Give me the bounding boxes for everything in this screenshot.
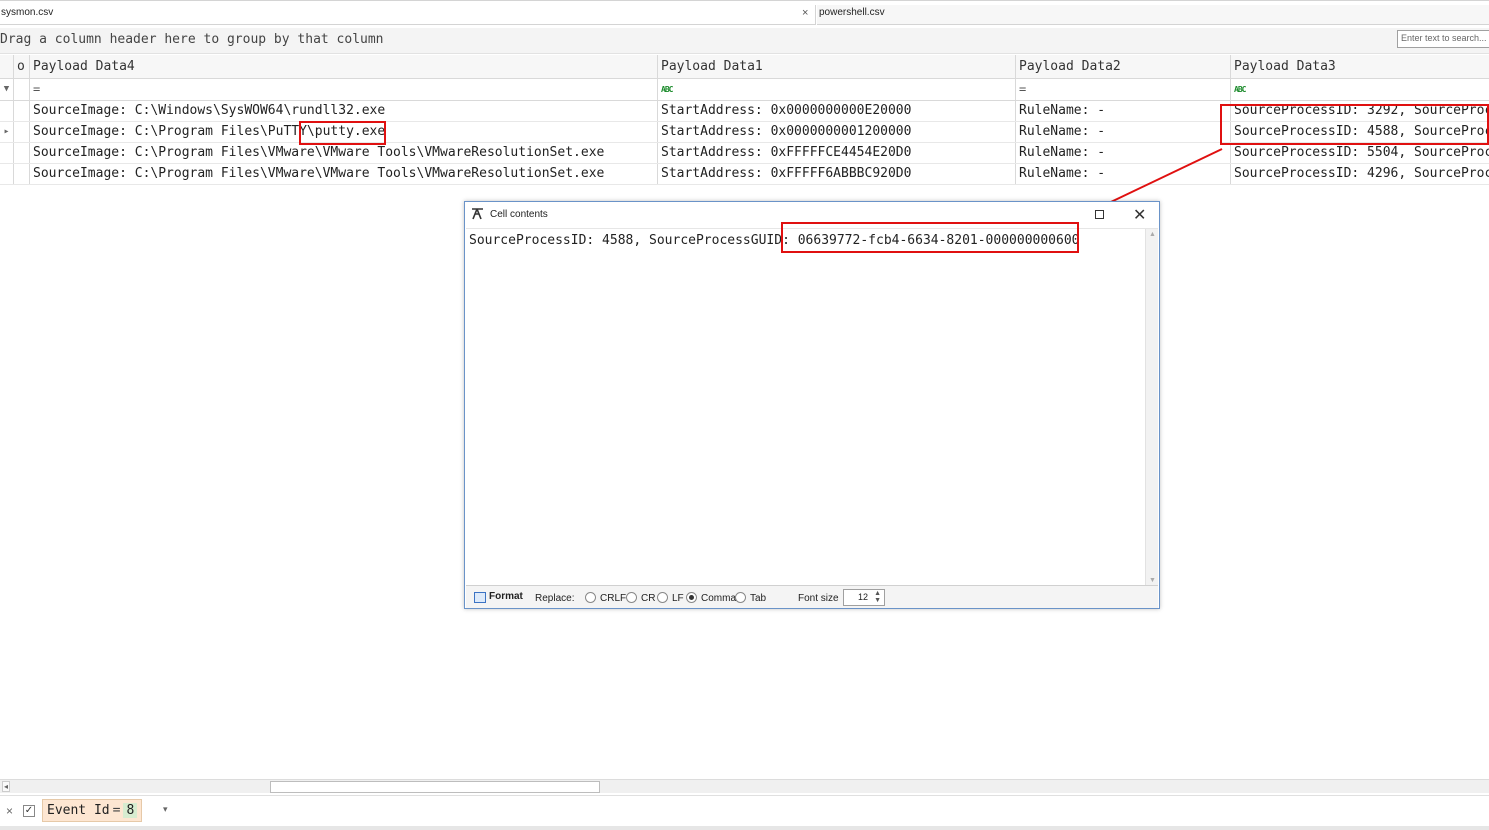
tab-powershell-csv[interactable]: powershell.csv bbox=[817, 5, 1489, 25]
radio-crlf[interactable] bbox=[585, 592, 596, 603]
radio-cr-label: CR bbox=[641, 593, 656, 604]
column-header-payload-data3[interactable]: Payload Data3 bbox=[1231, 55, 1489, 78]
radio-tab[interactable] bbox=[735, 592, 746, 603]
row-indicator[interactable] bbox=[0, 101, 14, 121]
table-cell[interactable] bbox=[14, 143, 30, 163]
filter-expression[interactable]: Event Id = 8 bbox=[42, 799, 143, 822]
format-label: Format bbox=[489, 591, 523, 602]
document-tab-strip: sysmon.csv × powershell.csv bbox=[0, 0, 1489, 25]
radio-crlf-label: CRLF bbox=[600, 593, 627, 604]
radio-lf[interactable] bbox=[657, 592, 668, 603]
cell-contents-text-area[interactable]: SourceProcessID: 4588, SourceProcessGUID… bbox=[466, 228, 1158, 586]
column-header-payload-data1[interactable]: Payload Data1 bbox=[658, 55, 1016, 78]
scroll-left-icon[interactable]: ◂ bbox=[2, 781, 10, 792]
table-cell[interactable]: RuleName: - bbox=[1016, 122, 1231, 142]
table-cell[interactable]: StartAddress: 0xFFFFFCE4454E20D0 bbox=[658, 143, 1016, 163]
filter-value[interactable]: 8 bbox=[123, 803, 138, 818]
cell-contents-icon bbox=[471, 208, 485, 223]
equals-condition-icon[interactable]: = bbox=[33, 82, 40, 96]
table-cell[interactable] bbox=[14, 122, 30, 142]
spin-arrows-icon[interactable]: ▲ ▼ bbox=[874, 590, 881, 604]
tab-close-icon[interactable]: × bbox=[802, 5, 808, 21]
status-strip bbox=[0, 826, 1489, 830]
horizontal-scrollbar[interactable]: ◂ bbox=[0, 779, 1489, 793]
column-header-payload-data2[interactable]: Payload Data2 bbox=[1016, 55, 1231, 78]
replace-label: Replace: bbox=[535, 593, 575, 604]
dialog-footer: Format Replace: CRLF CR LF Comma Tab Fon… bbox=[466, 585, 1158, 608]
row-indicator[interactable] bbox=[0, 143, 14, 163]
table-cell[interactable]: SourceImage: C:\Program Files\VMware\VMw… bbox=[30, 164, 658, 184]
radio-lf-label: LF bbox=[672, 593, 684, 604]
format-button[interactable]: Format bbox=[470, 588, 527, 606]
annotation-box-putty bbox=[299, 121, 386, 145]
annotation-box-source-process bbox=[1220, 104, 1489, 145]
filter-operator[interactable]: = bbox=[110, 803, 124, 818]
maximize-icon[interactable] bbox=[1095, 210, 1104, 219]
group-by-panel[interactable]: Drag a column header here to group by th… bbox=[0, 28, 1489, 54]
table-cell[interactable] bbox=[14, 164, 30, 184]
column-header-payload-data4[interactable]: Payload Data4 bbox=[30, 55, 658, 78]
radio-tab-label: Tab bbox=[750, 593, 767, 604]
search-input[interactable]: Enter text to search... bbox=[1397, 30, 1489, 48]
column-header-row: o Payload Data4 Payload Data1 Payload Da… bbox=[0, 55, 1489, 79]
font-size-stepper[interactable]: 12 ▲ ▼ bbox=[843, 589, 885, 606]
radio-comma[interactable] bbox=[686, 592, 697, 603]
tab-label: sysmon.csv bbox=[1, 7, 54, 18]
table-row[interactable]: SourceImage: C:\Program Files\VMware\VMw… bbox=[0, 143, 1489, 164]
table-cell[interactable]: RuleName: - bbox=[1016, 101, 1231, 121]
column-header-narrow[interactable]: o bbox=[14, 55, 30, 78]
filter-field[interactable]: Event Id bbox=[47, 803, 110, 818]
table-cell[interactable] bbox=[14, 101, 30, 121]
tab-label: powershell.csv bbox=[819, 7, 885, 18]
clear-filter-icon[interactable]: × bbox=[6, 804, 13, 818]
table-cell[interactable]: RuleName: - bbox=[1016, 164, 1231, 184]
font-size-label: Font size bbox=[798, 593, 839, 604]
dialog-title: Cell contents bbox=[490, 209, 548, 220]
tab-sysmon-csv[interactable]: sysmon.csv × bbox=[0, 5, 816, 25]
filter-panel: × ✓ Event Id = 8 ▾ bbox=[0, 795, 1489, 825]
cell-contents-dialog[interactable]: Cell contents ✕ SourceProcessID: 4588, S… bbox=[464, 201, 1160, 609]
equals-condition-icon[interactable]: = bbox=[1019, 82, 1026, 96]
filter-cell-payload-data3[interactable]: ABC bbox=[1231, 79, 1489, 100]
table-cell[interactable]: SourceProcessID: 4296, SourceProcessGUID bbox=[1231, 164, 1489, 184]
row-indicator[interactable] bbox=[0, 164, 14, 184]
filter-row-indicator: ▼ bbox=[0, 79, 14, 100]
filter-cell-payload-data2[interactable]: = bbox=[1016, 79, 1231, 100]
filter-cell-payload-data1[interactable]: ABC bbox=[658, 79, 1016, 100]
funnel-icon: ▼ bbox=[3, 84, 10, 94]
table-cell[interactable]: StartAddress: 0x0000000000E20000 bbox=[658, 101, 1016, 121]
chevron-down-icon[interactable]: ▾ bbox=[163, 804, 168, 815]
table-row[interactable]: SourceImage: C:\Program Files\VMware\VMw… bbox=[0, 164, 1489, 185]
radio-cr[interactable] bbox=[626, 592, 637, 603]
table-cell[interactable]: SourceImage: C:\Program Files\VMware\VMw… bbox=[30, 143, 658, 163]
auto-filter-row: ▼ = ABC = ABC bbox=[0, 79, 1489, 101]
table-cell[interactable]: StartAddress: 0x0000000001200000 bbox=[658, 122, 1016, 142]
radio-comma-label: Comma bbox=[701, 593, 737, 604]
row-indicator-header bbox=[0, 55, 14, 78]
format-icon bbox=[474, 592, 486, 603]
table-cell[interactable]: StartAddress: 0xFFFFF6ABBBC920D0 bbox=[658, 164, 1016, 184]
table-cell[interactable]: SourceProcessID: 5504, SourceProcessGUID bbox=[1231, 143, 1489, 163]
contains-text-condition-icon[interactable]: ABC bbox=[661, 80, 673, 100]
scroll-down-icon[interactable]: ▼ bbox=[1149, 577, 1156, 584]
table-cell[interactable]: RuleName: - bbox=[1016, 143, 1231, 163]
font-size-value: 12 bbox=[858, 592, 869, 602]
filter-cell-payload-data4[interactable]: = bbox=[30, 79, 658, 100]
close-icon[interactable]: ✕ bbox=[1133, 205, 1146, 225]
group-by-hint: Drag a column header here to group by th… bbox=[0, 32, 384, 47]
scrollbar-thumb[interactable] bbox=[270, 781, 600, 793]
annotation-box-guid bbox=[781, 222, 1079, 253]
scroll-up-icon[interactable]: ▲ bbox=[1149, 231, 1156, 238]
filter-cell-narrow[interactable] bbox=[14, 79, 30, 100]
table-cell[interactable]: SourceImage: C:\Windows\SysWOW64\rundll3… bbox=[30, 101, 658, 121]
vertical-scrollbar[interactable]: ▲ ▼ bbox=[1145, 229, 1158, 586]
filter-enabled-checkbox[interactable]: ✓ bbox=[23, 805, 35, 817]
contains-text-condition-icon[interactable]: ABC bbox=[1234, 80, 1246, 100]
current-row-indicator-icon[interactable]: ▸ bbox=[0, 122, 14, 142]
